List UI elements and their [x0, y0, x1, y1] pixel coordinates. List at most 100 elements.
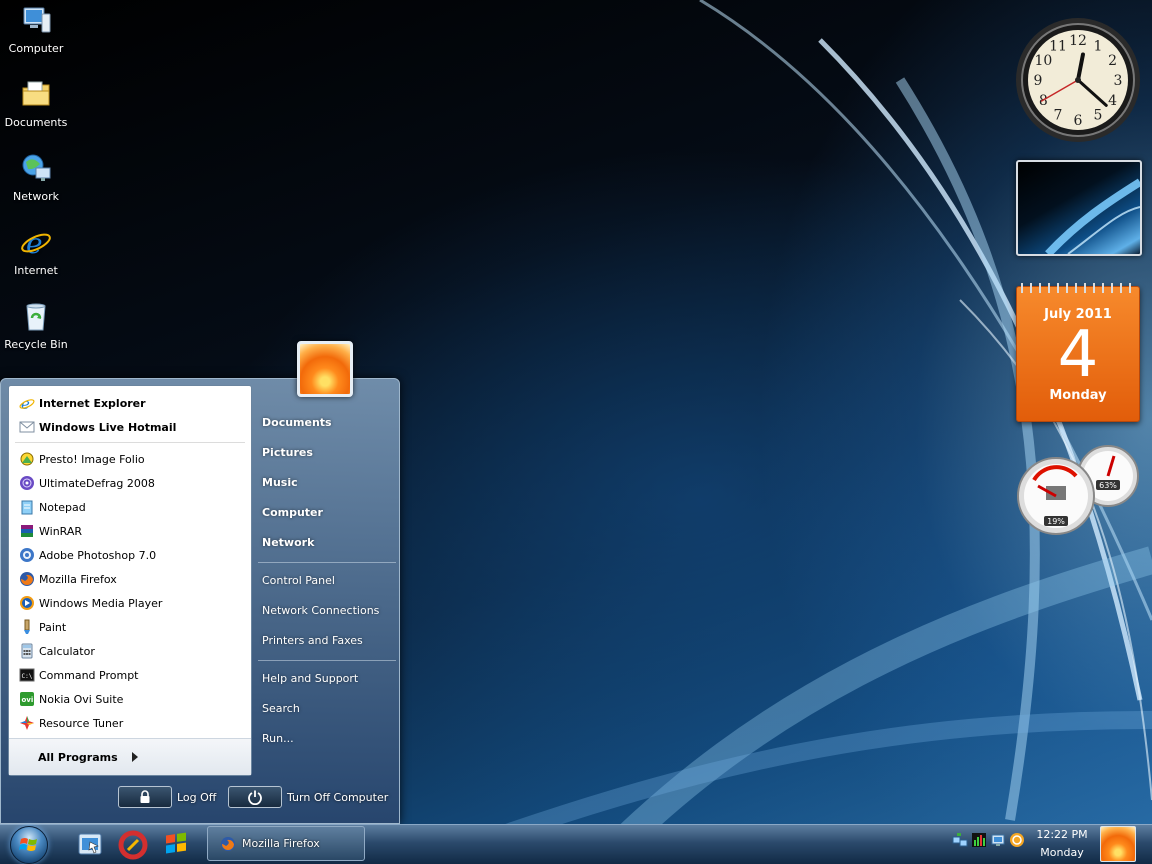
- program-windows-live-hotmail[interactable]: Windows Live Hotmail: [9, 416, 251, 438]
- start-link-network-connections[interactable]: Network Connections: [262, 599, 379, 621]
- windows-flag-icon[interactable]: [162, 830, 192, 860]
- slideshow-gadget[interactable]: [1016, 160, 1142, 256]
- program-label: Paint: [39, 620, 67, 634]
- image-folio-icon: [20, 452, 34, 466]
- pinned-separator: [15, 442, 245, 443]
- program-label: Presto! Image Folio: [39, 452, 145, 466]
- slideshow-image: [1045, 178, 1140, 254]
- winrar-icon: [21, 525, 33, 537]
- start-link-label: Music: [262, 475, 298, 489]
- hotmail-icon: [19, 421, 35, 433]
- program-adobe-photoshop[interactable]: Adobe Photoshop 7.0: [9, 544, 251, 566]
- defrag-icon: [20, 476, 34, 490]
- taskbar-button-firefox[interactable]: Mozilla Firefox: [207, 826, 365, 861]
- program-notepad[interactable]: Notepad: [9, 496, 251, 518]
- svg-text:ovi: ovi: [22, 696, 34, 704]
- all-programs-label: All Programs: [38, 750, 118, 764]
- desktop-icon-computer[interactable]: Computer: [0, 2, 72, 72]
- update-tray-icon[interactable]: [1009, 832, 1025, 848]
- meter-tray-icon[interactable]: [971, 832, 987, 848]
- program-ultimatedefrag[interactable]: UltimateDefrag 2008: [9, 472, 251, 494]
- program-calculator[interactable]: Calculator: [9, 640, 251, 662]
- lock-icon: [140, 790, 150, 803]
- log-off-label[interactable]: Log Off: [177, 786, 216, 808]
- desktop-icon-internet[interactable]: e Internet: [0, 224, 72, 294]
- desktop-icon-documents[interactable]: Documents: [0, 76, 72, 146]
- start-link-printers-and-faxes[interactable]: Printers and Faxes: [262, 629, 363, 651]
- program-label: Nokia Ovi Suite: [39, 692, 124, 706]
- photoshop-icon: [20, 548, 34, 562]
- start-link-label: Printers and Faxes: [262, 633, 363, 647]
- taskbar-day: Monday: [1040, 846, 1084, 859]
- calendar-gadget[interactable]: July 2011 4 Monday: [1016, 283, 1140, 422]
- calendar-weekday: Monday: [1049, 388, 1107, 403]
- start-link-documents[interactable]: Documents: [262, 411, 332, 433]
- program-command-prompt[interactable]: C:\ Command Prompt: [9, 664, 251, 686]
- log-off-button[interactable]: [118, 786, 172, 808]
- show-desktop-icon[interactable]: [76, 830, 106, 860]
- taskbar-clock[interactable]: 12:22 PM Monday: [1024, 826, 1100, 862]
- desktop-icon-label: Network: [13, 190, 59, 203]
- program-nokia-ovi-suite[interactable]: ovi Nokia Ovi Suite: [9, 688, 251, 710]
- start-link-run[interactable]: Run...: [262, 727, 294, 749]
- desktop-icon-network[interactable]: Network: [0, 150, 72, 220]
- desktop-icon-label: Documents: [4, 116, 68, 129]
- turn-off-label[interactable]: Turn Off Computer: [287, 786, 388, 808]
- start-link-pictures[interactable]: Pictures: [262, 441, 313, 463]
- start-link-network[interactable]: Network: [262, 531, 314, 553]
- ccleaner-icon[interactable]: [118, 830, 148, 860]
- taskbar-user-picture[interactable]: [1100, 826, 1136, 862]
- clock-numeral: 8: [1039, 93, 1048, 109]
- resource-tuner-icon: [20, 716, 34, 730]
- start-link-computer[interactable]: Computer: [262, 501, 323, 523]
- clock-numeral: 3: [1114, 73, 1123, 89]
- program-mozilla-firefox[interactable]: Mozilla Firefox: [9, 568, 251, 590]
- program-label: UltimateDefrag 2008: [39, 476, 155, 490]
- ovi-suite-icon: ovi: [20, 692, 34, 706]
- calendar-rings: [1021, 283, 1135, 293]
- memory-readout: 63%: [1099, 481, 1117, 490]
- program-winrar[interactable]: WinRAR: [9, 520, 251, 542]
- start-link-control-panel[interactable]: Control Panel: [262, 569, 335, 591]
- start-link-label: Computer: [262, 505, 323, 519]
- network-icon: [22, 154, 51, 181]
- program-label: Notepad: [39, 500, 86, 514]
- program-paint[interactable]: Paint: [9, 616, 251, 638]
- system-tray: [952, 832, 1025, 852]
- user-picture[interactable]: [297, 341, 353, 397]
- internet-explorer-icon: e: [19, 395, 35, 411]
- start-link-help-and-support[interactable]: Help and Support: [262, 667, 358, 689]
- start-link-search[interactable]: Search: [262, 697, 300, 719]
- cpu-readout: 19%: [1047, 517, 1065, 526]
- desktop-icon-recycle-bin[interactable]: Recycle Bin: [0, 298, 72, 368]
- clock-gadget[interactable]: 12 12 3 45678 9 1011: [1014, 16, 1142, 144]
- settings-separator: [258, 660, 396, 661]
- start-link-label: Help and Support: [262, 671, 359, 685]
- all-programs-button[interactable]: All Programs: [9, 738, 251, 775]
- desktop-icon-label: Internet: [14, 264, 58, 277]
- program-label: Resource Tuner: [39, 716, 124, 730]
- recycle-bin-icon: [26, 303, 46, 331]
- desktop-icon-label: Recycle Bin: [4, 338, 68, 351]
- start-link-label: Pictures: [262, 445, 313, 459]
- program-presto-image-folio[interactable]: Presto! Image Folio: [9, 448, 251, 470]
- cpu-meter-gadget[interactable]: 63% 19%: [1016, 440, 1142, 538]
- start-button[interactable]: [10, 826, 48, 864]
- program-label: Calculator: [39, 644, 95, 658]
- network-tray-icon[interactable]: [952, 832, 968, 848]
- program-windows-media-player[interactable]: Windows Media Player: [9, 592, 251, 614]
- clock-numeral: 1: [1094, 38, 1103, 54]
- computer-icon: [23, 7, 51, 33]
- documents-folder-icon: [22, 81, 50, 106]
- notepad-icon: [21, 500, 33, 515]
- clock-numeral: 9: [1034, 73, 1043, 89]
- windows-logo-icon: [19, 838, 37, 851]
- program-internet-explorer[interactable]: e Internet Explorer: [9, 392, 251, 414]
- turn-off-button[interactable]: [228, 786, 282, 808]
- wireless-tray-icon[interactable]: [990, 832, 1006, 848]
- power-icon: [248, 790, 262, 805]
- clock-numeral: 12: [1069, 33, 1087, 49]
- start-link-music[interactable]: Music: [262, 471, 298, 493]
- program-resource-tuner[interactable]: Resource Tuner: [9, 712, 251, 734]
- svg-text:e: e: [26, 227, 43, 258]
